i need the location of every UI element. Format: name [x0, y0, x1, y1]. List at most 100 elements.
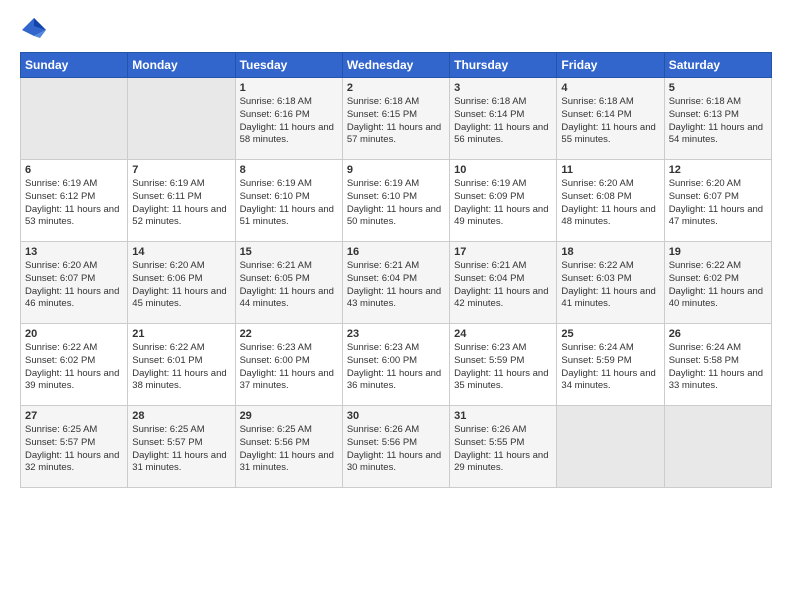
logo: [20, 16, 52, 44]
day-header-sunday: Sunday: [21, 53, 128, 78]
day-header-thursday: Thursday: [450, 53, 557, 78]
cell-info: Sunrise: 6:22 AMSunset: 6:02 PMDaylight:…: [25, 342, 123, 393]
calendar-cell: 18Sunrise: 6:22 AMSunset: 6:03 PMDayligh…: [557, 242, 664, 324]
calendar-cell: 15 Sunrise: 6:21 AMSunset: 6:05 PMDayligh…: [235, 242, 342, 324]
day-number: 31: [454, 410, 552, 422]
cell-info: Sunrise: 6:24 AMSunset: 5:59 PMDaylight:…: [561, 342, 659, 393]
calendar-cell: 9 Sunrise: 6:19 AMSunset: 6:10 PMDaylight…: [342, 160, 449, 242]
cell-info: Sunrise: 6:22 AMSunset: 6:02 PMDaylight:…: [669, 260, 767, 311]
day-number: 8: [240, 164, 338, 176]
day-number: 21: [132, 328, 230, 340]
day-header-saturday: Saturday: [664, 53, 771, 78]
cell-info: Sunrise: 6:21 AMSunset: 6:04 PMDaylight:…: [347, 260, 445, 311]
calendar-cell: 29 Sunrise: 6:25 AMSunset: 5:56 PMDayligh…: [235, 406, 342, 488]
calendar-cell: [557, 406, 664, 488]
calendar-cell: [664, 406, 771, 488]
page: SundayMondayTuesdayWednesdayThursdayFrid…: [0, 0, 792, 498]
cell-info: Sunrise: 6:18 AMSunset: 6:14 PMDaylight:…: [561, 96, 659, 147]
calendar-cell: 27Sunrise: 6:25 AMSunset: 5:57 PMDayligh…: [21, 406, 128, 488]
cell-info: Sunrise: 6:18 AMSunset: 6:15 PMDaylight:…: [347, 96, 445, 147]
day-number: 14: [132, 246, 230, 258]
calendar-cell: 26Sunrise: 6:24 AMSunset: 5:58 PMDayligh…: [664, 324, 771, 406]
cell-info: Sunrise: 6:26 AMSunset: 5:56 PMDaylight:…: [347, 424, 445, 475]
day-number: 12: [669, 164, 767, 176]
day-number: 24: [454, 328, 552, 340]
cell-info: Sunrise: 6:22 AMSunset: 6:01 PMDaylight:…: [132, 342, 230, 393]
week-row-1: 1 Sunrise: 6:18 AMSunset: 6:16 PMDaylight…: [21, 78, 772, 160]
day-number: 19: [669, 246, 767, 258]
day-number: 3: [454, 82, 552, 94]
calendar-cell: 20Sunrise: 6:22 AMSunset: 6:02 PMDayligh…: [21, 324, 128, 406]
cell-info: Sunrise: 6:18 AMSunset: 6:16 PMDaylight:…: [240, 96, 338, 147]
calendar-cell: [21, 78, 128, 160]
week-row-4: 20Sunrise: 6:22 AMSunset: 6:02 PMDayligh…: [21, 324, 772, 406]
cell-info: Sunrise: 6:18 AMSunset: 6:13 PMDaylight:…: [669, 96, 767, 147]
day-number: 15: [240, 246, 338, 258]
week-row-3: 13Sunrise: 6:20 AMSunset: 6:07 PMDayligh…: [21, 242, 772, 324]
day-header-tuesday: Tuesday: [235, 53, 342, 78]
cell-info: Sunrise: 6:19 AMSunset: 6:11 PMDaylight:…: [132, 178, 230, 229]
header-row: SundayMondayTuesdayWednesdayThursdayFrid…: [21, 53, 772, 78]
logo-icon: [20, 16, 48, 44]
calendar-table: SundayMondayTuesdayWednesdayThursdayFrid…: [20, 52, 772, 488]
calendar-cell: 8 Sunrise: 6:19 AMSunset: 6:10 PMDaylight…: [235, 160, 342, 242]
day-number: 22: [240, 328, 338, 340]
cell-info: Sunrise: 6:20 AMSunset: 6:08 PMDaylight:…: [561, 178, 659, 229]
cell-info: Sunrise: 6:19 AMSunset: 6:10 PMDaylight:…: [347, 178, 445, 229]
cell-info: Sunrise: 6:23 AMSunset: 6:00 PMDaylight:…: [240, 342, 338, 393]
calendar-cell: 4 Sunrise: 6:18 AMSunset: 6:14 PMDaylight…: [557, 78, 664, 160]
day-number: 25: [561, 328, 659, 340]
cell-info: Sunrise: 6:25 AMSunset: 5:57 PMDaylight:…: [132, 424, 230, 475]
calendar-cell: 1 Sunrise: 6:18 AMSunset: 6:16 PMDaylight…: [235, 78, 342, 160]
cell-info: Sunrise: 6:19 AMSunset: 6:10 PMDaylight:…: [240, 178, 338, 229]
cell-info: Sunrise: 6:23 AMSunset: 6:00 PMDaylight:…: [347, 342, 445, 393]
day-number: 2: [347, 82, 445, 94]
calendar-cell: 30 Sunrise: 6:26 AMSunset: 5:56 PMDayligh…: [342, 406, 449, 488]
day-number: 30: [347, 410, 445, 422]
day-number: 5: [669, 82, 767, 94]
cell-info: Sunrise: 6:25 AMSunset: 5:56 PMDaylight:…: [240, 424, 338, 475]
cell-info: Sunrise: 6:25 AMSunset: 5:57 PMDaylight:…: [25, 424, 123, 475]
day-number: 28: [132, 410, 230, 422]
calendar-cell: 11 Sunrise: 6:20 AMSunset: 6:08 PMDayligh…: [557, 160, 664, 242]
calendar-cell: 25 Sunrise: 6:24 AMSunset: 5:59 PMDayligh…: [557, 324, 664, 406]
calendar-cell: 17Sunrise: 6:21 AMSunset: 6:04 PMDayligh…: [450, 242, 557, 324]
calendar-cell: 24 Sunrise: 6:23 AMSunset: 5:59 PMDayligh…: [450, 324, 557, 406]
calendar-header: SundayMondayTuesdayWednesdayThursdayFrid…: [21, 53, 772, 78]
cell-info: Sunrise: 6:21 AMSunset: 6:05 PMDaylight:…: [240, 260, 338, 311]
calendar-cell: 5 Sunrise: 6:18 AMSunset: 6:13 PMDaylight…: [664, 78, 771, 160]
day-number: 6: [25, 164, 123, 176]
calendar-cell: 3Sunrise: 6:18 AMSunset: 6:14 PMDaylight…: [450, 78, 557, 160]
day-number: 1: [240, 82, 338, 94]
week-row-2: 6 Sunrise: 6:19 AMSunset: 6:12 PMDaylight…: [21, 160, 772, 242]
cell-info: Sunrise: 6:19 AMSunset: 6:09 PMDaylight:…: [454, 178, 552, 229]
day-header-wednesday: Wednesday: [342, 53, 449, 78]
calendar-cell: 2 Sunrise: 6:18 AMSunset: 6:15 PMDaylight…: [342, 78, 449, 160]
day-number: 23: [347, 328, 445, 340]
calendar-cell: 22 Sunrise: 6:23 AMSunset: 6:00 PMDayligh…: [235, 324, 342, 406]
calendar-cell: 10Sunrise: 6:19 AMSunset: 6:09 PMDayligh…: [450, 160, 557, 242]
day-number: 16: [347, 246, 445, 258]
calendar-cell: 13Sunrise: 6:20 AMSunset: 6:07 PMDayligh…: [21, 242, 128, 324]
calendar-cell: 6 Sunrise: 6:19 AMSunset: 6:12 PMDaylight…: [21, 160, 128, 242]
day-number: 11: [561, 164, 659, 176]
calendar-cell: 7 Sunrise: 6:19 AMSunset: 6:11 PMDaylight…: [128, 160, 235, 242]
calendar-cell: 19 Sunrise: 6:22 AMSunset: 6:02 PMDayligh…: [664, 242, 771, 324]
day-header-monday: Monday: [128, 53, 235, 78]
cell-info: Sunrise: 6:26 AMSunset: 5:55 PMDaylight:…: [454, 424, 552, 475]
calendar-body: 1 Sunrise: 6:18 AMSunset: 6:16 PMDaylight…: [21, 78, 772, 488]
header: [20, 16, 772, 44]
cell-info: Sunrise: 6:22 AMSunset: 6:03 PMDaylight:…: [561, 260, 659, 311]
calendar-cell: 14Sunrise: 6:20 AMSunset: 6:06 PMDayligh…: [128, 242, 235, 324]
calendar-cell: 12Sunrise: 6:20 AMSunset: 6:07 PMDayligh…: [664, 160, 771, 242]
calendar-cell: 21 Sunrise: 6:22 AMSunset: 6:01 PMDayligh…: [128, 324, 235, 406]
day-number: 17: [454, 246, 552, 258]
cell-info: Sunrise: 6:23 AMSunset: 5:59 PMDaylight:…: [454, 342, 552, 393]
cell-info: Sunrise: 6:20 AMSunset: 6:07 PMDaylight:…: [25, 260, 123, 311]
day-number: 4: [561, 82, 659, 94]
day-number: 29: [240, 410, 338, 422]
cell-info: Sunrise: 6:19 AMSunset: 6:12 PMDaylight:…: [25, 178, 123, 229]
day-number: 7: [132, 164, 230, 176]
calendar-cell: 23 Sunrise: 6:23 AMSunset: 6:00 PMDayligh…: [342, 324, 449, 406]
day-number: 9: [347, 164, 445, 176]
